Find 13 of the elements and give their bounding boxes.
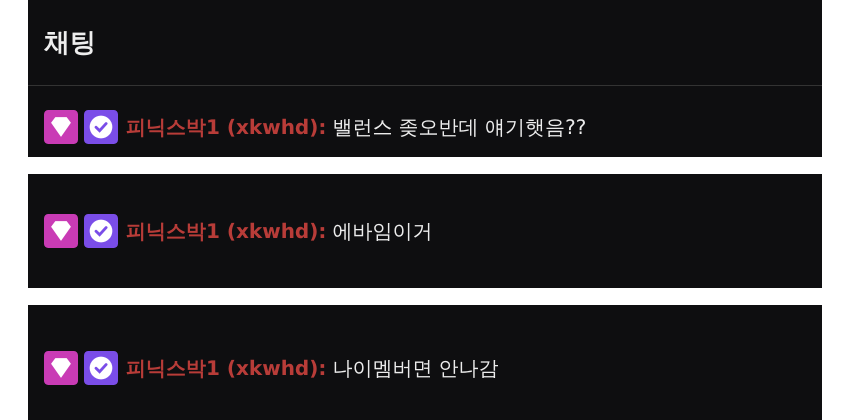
verified-badge-icon [84, 110, 118, 144]
diamond-badge-icon [44, 214, 78, 248]
diamond-badge-icon [44, 351, 78, 385]
chat-message: 에바임이거 [332, 218, 432, 244]
chat-username[interactable]: 피닉스박1 (xkwhd): [126, 114, 326, 140]
chat-message: 나이멤버면 안나감 [332, 354, 499, 382]
chat-title: 채팅 [44, 27, 96, 60]
verified-badge-icon [84, 351, 118, 385]
chat-username[interactable]: 피닉스박1 (xkwhd): [126, 218, 326, 244]
chat-message: 밸런스 좆오반데 얘기햇음?? [332, 114, 586, 140]
chat-username[interactable]: 피닉스박1 (xkwhd): [126, 354, 326, 382]
diamond-badge-icon [44, 110, 78, 144]
verified-badge-icon [84, 214, 118, 248]
